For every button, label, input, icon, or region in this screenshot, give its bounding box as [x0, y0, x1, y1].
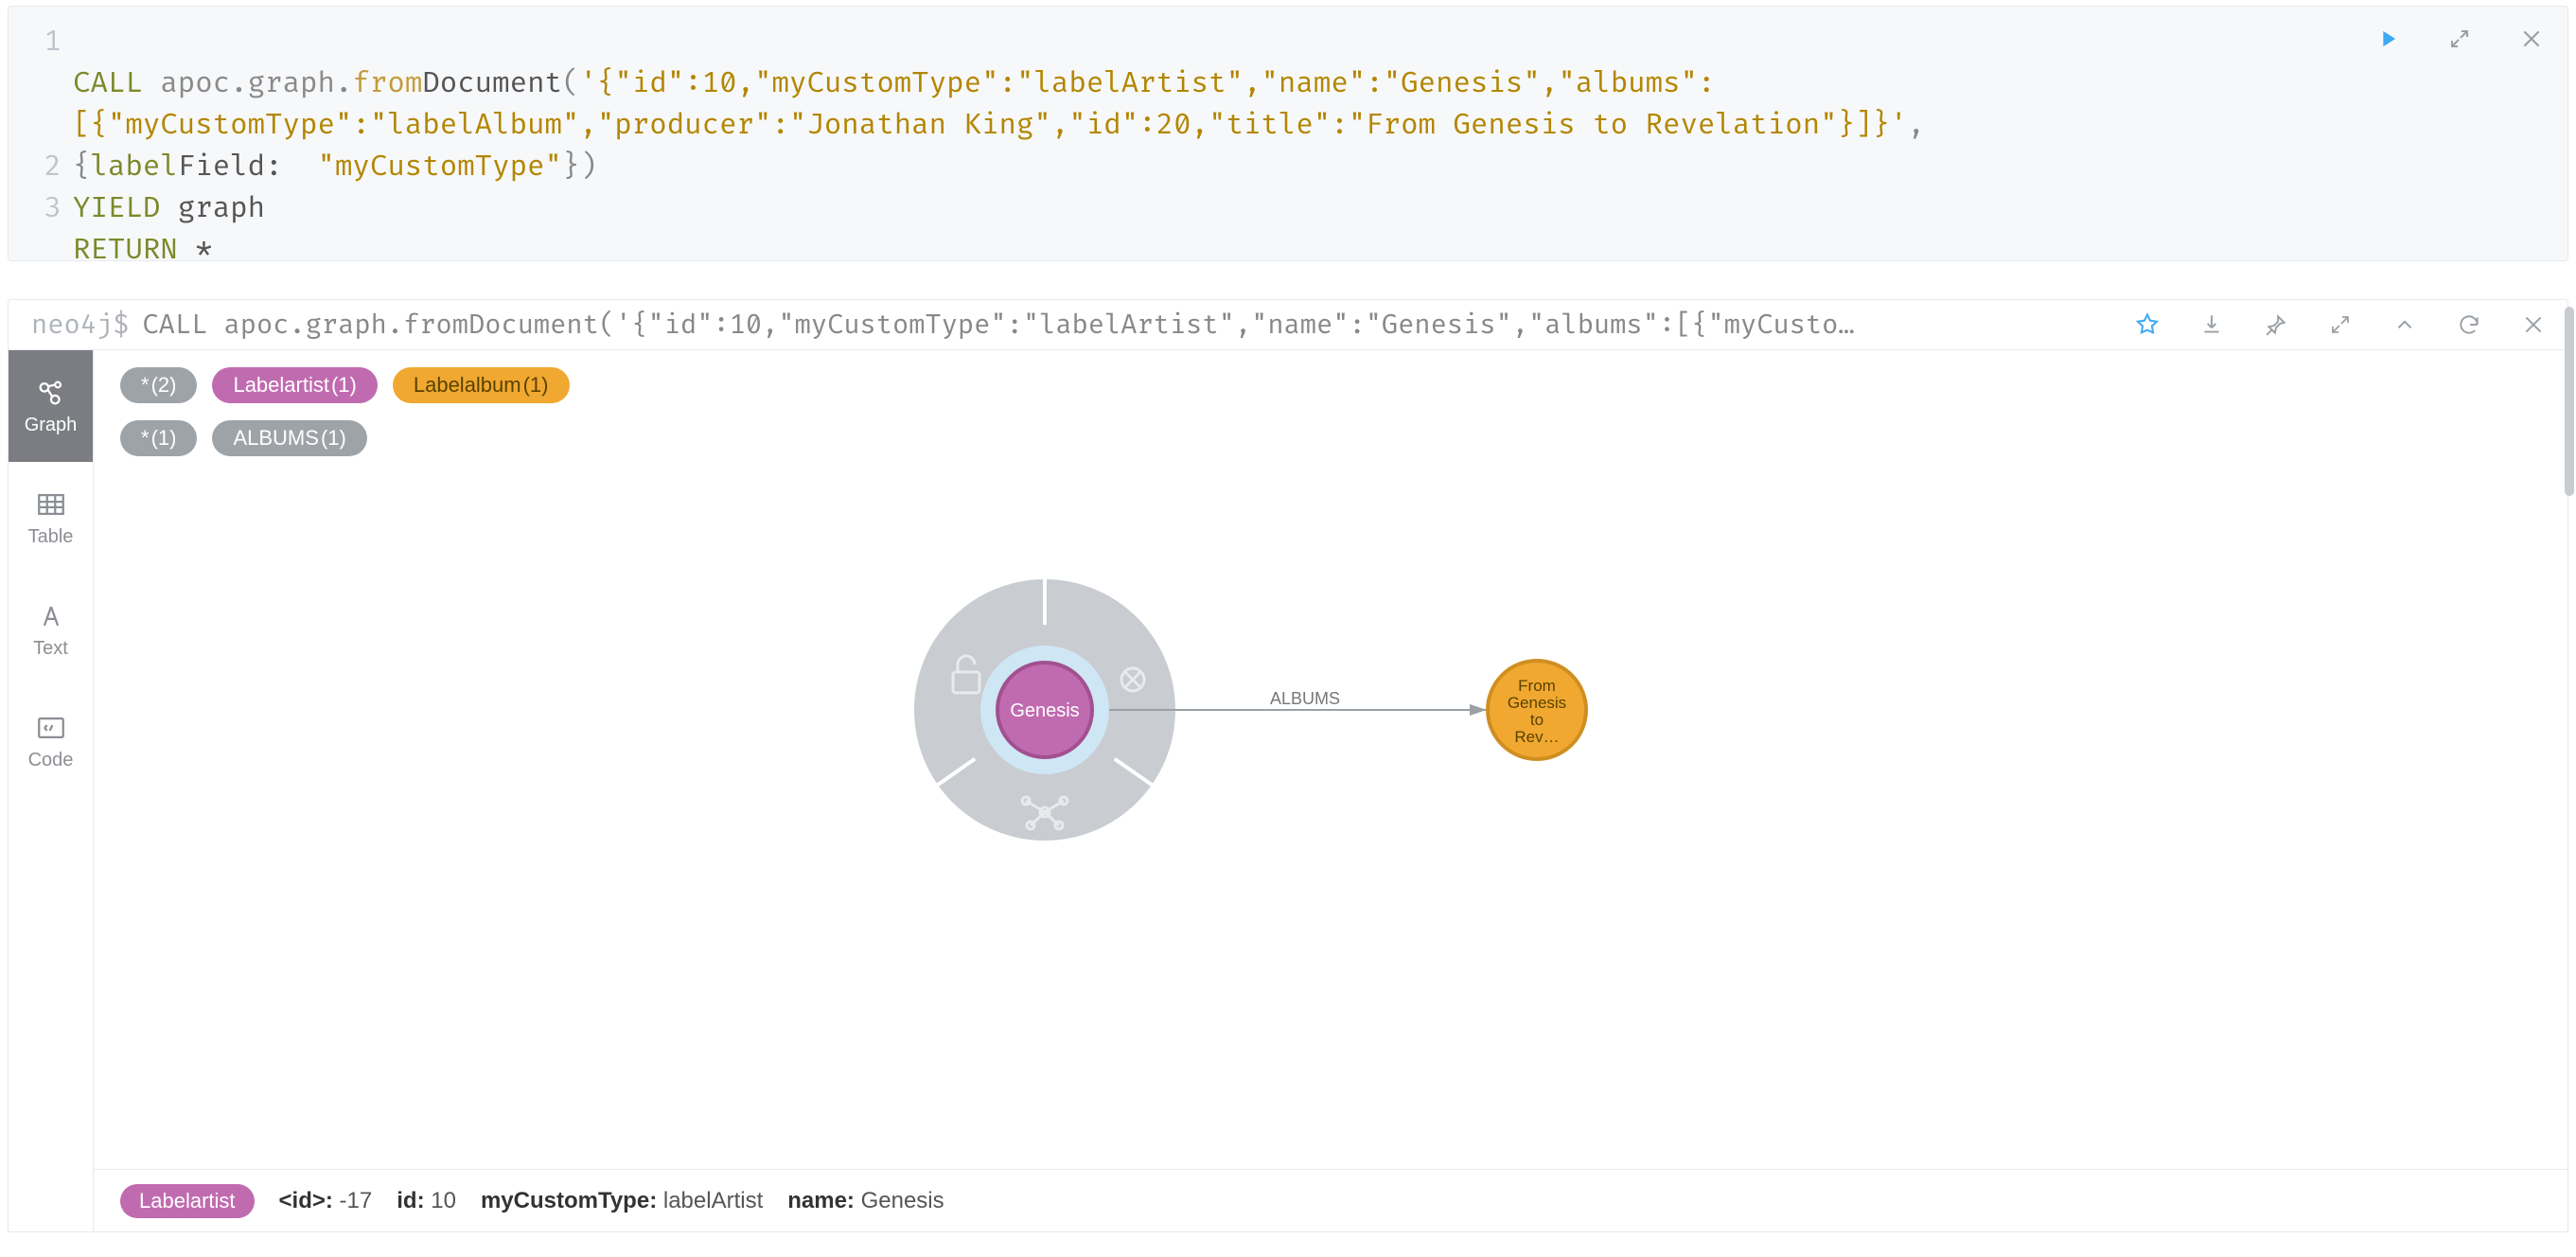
pill-all-nodes[interactable]: *(2): [120, 367, 197, 403]
view-tab-text[interactable]: Text: [9, 574, 93, 685]
result-header: neo4j$ CALL apoc.graph.fromDocument('{"i…: [8, 299, 2568, 350]
rerun-button[interactable]: [2454, 310, 2484, 340]
editor-code[interactable]: CALL apoc.graph.fromDocument('{"id":10,"…: [73, 7, 2567, 260]
inspector-name: name: Genesis: [787, 1188, 944, 1214]
relationship-label: ALBUMS: [1270, 689, 1340, 708]
svg-text:Genesis: Genesis: [1010, 700, 1079, 721]
result-toolbar: [2132, 310, 2549, 340]
node-album[interactable]: From Genesis to Rev…: [1488, 661, 1586, 759]
download-button[interactable]: [2197, 310, 2227, 340]
favorite-button[interactable]: [2132, 310, 2162, 340]
view-switcher: Graph Table Text Code: [9, 350, 94, 1231]
svg-text:From: From: [1518, 677, 1556, 695]
pin-button[interactable]: [2261, 310, 2291, 340]
inspector-customtype: myCustomType: labelArtist: [481, 1188, 763, 1214]
close-result-button[interactable]: [2518, 310, 2549, 340]
pill-labelalbum[interactable]: Labelalbum(1): [393, 367, 570, 403]
rel-type-pills: *(1) ALBUMS(1): [120, 420, 367, 456]
pill-all-rels[interactable]: *(1): [120, 420, 197, 456]
svg-text:Rev…: Rev…: [1514, 728, 1559, 746]
pill-albums-rel[interactable]: ALBUMS(1): [212, 420, 366, 456]
result-body: Graph Table Text Code *(2) Labelartist(1…: [8, 350, 2568, 1232]
pill-labelartist[interactable]: Labelartist(1): [212, 367, 377, 403]
inspector-id: id: 10: [397, 1188, 456, 1214]
query-editor[interactable]: 1 2 3 CALL apoc.graph.fromDocument('{"id…: [8, 6, 2568, 261]
graph-canvas[interactable]: *(2) Labelartist(1) Labelalbum(1) *(1) A…: [94, 350, 2567, 1231]
editor-toolbar: [2371, 22, 2549, 56]
expand-result-button[interactable]: [2325, 310, 2355, 340]
svg-text:Genesis: Genesis: [1508, 694, 1566, 712]
view-tab-graph[interactable]: Graph: [9, 350, 93, 462]
expand-editor-button[interactable]: [2443, 22, 2477, 56]
node-label-pills: *(2) Labelartist(1) Labelalbum(1): [120, 367, 570, 403]
inspector-label-pill[interactable]: Labelartist: [120, 1184, 255, 1218]
node-inspector: Labelartist <id>: -17 id: 10 myCustomTyp…: [94, 1169, 2567, 1231]
close-editor-button[interactable]: [2514, 22, 2549, 56]
editor-gutter: 1 2 3: [9, 7, 73, 260]
svg-text:to: to: [1530, 711, 1544, 729]
view-tab-table[interactable]: Table: [9, 462, 93, 574]
collapse-up-button[interactable]: [2390, 310, 2420, 340]
run-query-button[interactable]: [2371, 22, 2405, 56]
graph-svg[interactable]: Genesis ALBUMS From Genesis to Rev…: [832, 521, 1684, 899]
executed-command: CALL apoc.graph.fromDocument('{"id":10,"…: [142, 309, 2096, 342]
scrollbar-thumb[interactable]: [2565, 307, 2574, 496]
view-tab-code[interactable]: Code: [9, 685, 93, 797]
inspector-internal-id: <id>: -17: [279, 1188, 373, 1214]
node-genesis[interactable]: Genesis: [997, 663, 1092, 757]
